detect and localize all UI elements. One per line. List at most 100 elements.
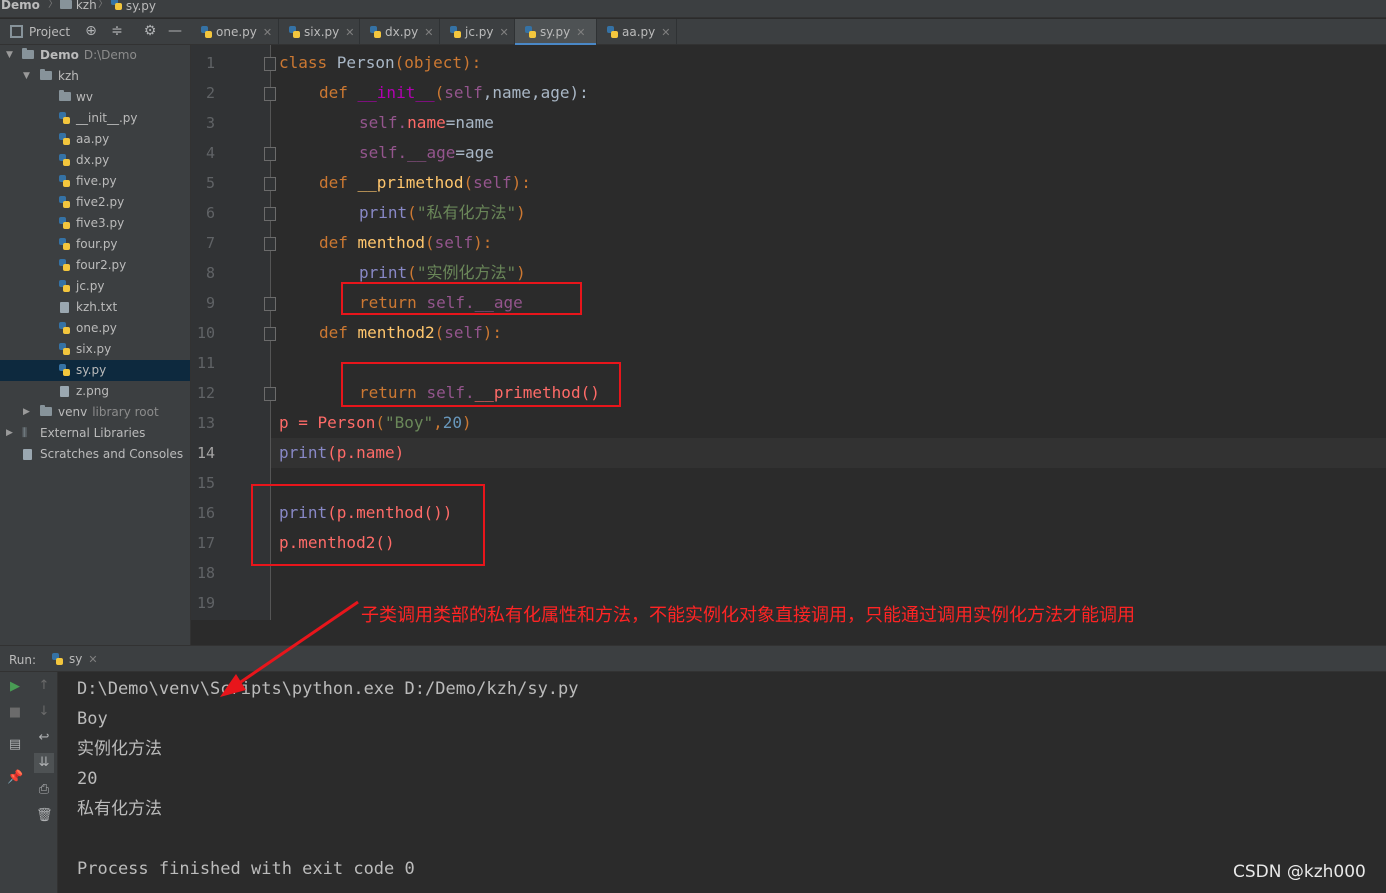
breadcrumb-separator: 〉 bbox=[98, 0, 108, 10]
close-icon[interactable]: ✕ bbox=[424, 26, 433, 39]
line-number: 9 bbox=[205, 294, 215, 312]
run-label: Run: bbox=[9, 653, 37, 667]
code-line-10: def menthod2(self): bbox=[319, 323, 503, 342]
fold-marker[interactable] bbox=[264, 147, 276, 161]
tab-aa-py[interactable]: aa.py ✕ bbox=[597, 19, 677, 45]
tab-sy-py[interactable]: sy.py ✕ bbox=[515, 19, 597, 46]
close-icon[interactable]: ✕ bbox=[88, 653, 97, 666]
fold-marker[interactable] bbox=[264, 87, 276, 101]
tree-folder-venv[interactable]: ▶ venv library root bbox=[0, 402, 190, 423]
down-arrow-icon[interactable]: ↓ bbox=[36, 704, 52, 720]
tree-item[interactable]: five2.py bbox=[0, 192, 190, 213]
annotation-text: 子类调用类部的私有化属性和方法，不能实例化对象直接调用，只能通过调用实例化方法才… bbox=[361, 605, 1135, 626]
tree-item[interactable]: aa.py bbox=[0, 129, 190, 150]
line-number: 3 bbox=[205, 114, 215, 132]
fold-marker[interactable] bbox=[264, 387, 276, 401]
tree-item[interactable]: four2.py bbox=[0, 255, 190, 276]
python-file-icon bbox=[52, 653, 63, 665]
watermark: CSDN @kzh000 bbox=[1233, 862, 1366, 882]
run-console[interactable]: D:\Demo\venv\Scripts\python.exe D:/Demo/… bbox=[58, 672, 1386, 893]
line-number: 2 bbox=[205, 84, 215, 102]
fold-marker[interactable] bbox=[264, 207, 276, 221]
line-number: 19 bbox=[196, 594, 215, 612]
console-line: 实例化方法 bbox=[77, 739, 162, 759]
collapse-all-icon[interactable]: ≑ bbox=[109, 23, 125, 39]
layout-icon[interactable]: ▤ bbox=[7, 737, 23, 753]
line-number: 13 bbox=[196, 414, 215, 432]
project-tree: ▼ Demo D:\Demo ▼ kzh wv __init__.py aa.py… bbox=[0, 45, 191, 645]
tree-item[interactable]: jc.py bbox=[0, 276, 190, 297]
close-icon[interactable]: ✕ bbox=[661, 26, 670, 39]
line-number: 15 bbox=[196, 474, 215, 492]
console-line: 私有化方法 bbox=[77, 799, 162, 819]
close-icon[interactable]: ✕ bbox=[263, 26, 272, 39]
up-arrow-icon[interactable]: ↑ bbox=[36, 678, 52, 694]
minimize-icon[interactable]: — bbox=[167, 23, 183, 39]
annotation-box-return-primethod bbox=[341, 362, 621, 407]
trash-icon[interactable]: 🗑 bbox=[36, 808, 53, 824]
crosshair-icon[interactable]: ⊕ bbox=[83, 23, 99, 39]
breadcrumb-sy[interactable]: sy.py bbox=[111, 0, 156, 13]
text-file-icon bbox=[60, 302, 69, 313]
close-icon[interactable]: ✕ bbox=[345, 26, 354, 39]
fold-marker[interactable] bbox=[264, 297, 276, 311]
image-file-icon bbox=[60, 386, 69, 397]
tree-item[interactable]: wv bbox=[0, 87, 190, 108]
code-line-5: def __primethod(self): bbox=[319, 173, 531, 192]
line-number: 7 bbox=[205, 234, 215, 252]
tree-item-selected[interactable]: sy.py bbox=[0, 360, 190, 381]
fold-marker[interactable] bbox=[264, 237, 276, 251]
tree-item[interactable]: __init__.py bbox=[0, 108, 190, 129]
project-toolbar: Project ⊕ ≑ ⚙ — bbox=[0, 19, 191, 45]
breadcrumb-demo[interactable]: Demo bbox=[1, 0, 40, 12]
folder-icon bbox=[59, 90, 71, 101]
python-file-icon bbox=[59, 175, 70, 187]
tab-six-py[interactable]: six.py ✕ bbox=[279, 19, 360, 45]
fold-marker[interactable] bbox=[264, 177, 276, 191]
project-panel-title[interactable]: Project bbox=[29, 25, 70, 39]
tab-one-py[interactable]: one.py ✕ bbox=[191, 19, 279, 45]
tree-item[interactable]: four.py bbox=[0, 234, 190, 255]
tab-jc-py[interactable]: jc.py ✕ bbox=[440, 19, 515, 45]
close-icon[interactable]: ✕ bbox=[499, 26, 508, 39]
stop-icon[interactable]: ■ bbox=[7, 705, 23, 721]
tree-external-libraries[interactable]: ▶ ⫼ External Libraries bbox=[0, 423, 190, 444]
tree-item[interactable]: one.py bbox=[0, 318, 190, 339]
tab-dx-py[interactable]: dx.py ✕ bbox=[360, 19, 440, 45]
fold-marker[interactable] bbox=[264, 327, 276, 341]
run-tab-sy[interactable]: sy ✕ bbox=[52, 652, 98, 666]
print-icon[interactable]: ⎙ bbox=[36, 782, 52, 798]
line-number: 1 bbox=[205, 54, 215, 72]
line-number: 10 bbox=[196, 324, 215, 342]
project-panel-icon bbox=[10, 25, 23, 38]
navigation-bar: Demo 〉 kzh 〉 sy.py bbox=[0, 0, 1386, 18]
tree-scratches[interactable]: Scratches and Consoles bbox=[0, 444, 190, 465]
tree-item[interactable]: six.py bbox=[0, 339, 190, 360]
breadcrumb-separator: 〉 bbox=[48, 0, 58, 10]
tree-root-demo[interactable]: ▼ Demo D:\Demo bbox=[0, 45, 190, 66]
pin-icon[interactable]: 📌 bbox=[7, 770, 23, 786]
tab-label: dx.py bbox=[385, 25, 419, 39]
rerun-icon[interactable]: ▶ bbox=[7, 679, 23, 695]
python-file-icon bbox=[607, 26, 618, 38]
breadcrumb-kzh[interactable]: kzh bbox=[60, 0, 97, 12]
scroll-to-end-icon[interactable]: ⇊ bbox=[34, 753, 54, 773]
folder-icon bbox=[40, 69, 52, 80]
gear-icon[interactable]: ⚙ bbox=[142, 23, 158, 39]
close-icon[interactable]: ✕ bbox=[576, 26, 585, 39]
tree-item[interactable]: dx.py bbox=[0, 150, 190, 171]
python-file-icon bbox=[525, 26, 536, 38]
fold-marker[interactable] bbox=[264, 57, 276, 71]
tree-item[interactable]: z.png bbox=[0, 381, 190, 402]
python-file-icon bbox=[59, 133, 70, 145]
tree-folder-kzh[interactable]: ▼ kzh bbox=[0, 66, 190, 87]
tree-item[interactable]: five3.py bbox=[0, 213, 190, 234]
python-file-icon bbox=[59, 217, 70, 229]
soft-wrap-icon[interactable]: ↩ bbox=[36, 730, 52, 746]
tree-root-label: Demo bbox=[40, 48, 79, 62]
python-file-icon bbox=[59, 112, 70, 124]
python-file-icon bbox=[450, 26, 461, 38]
tree-item[interactable]: kzh.txt bbox=[0, 297, 190, 318]
console-line: 20 bbox=[77, 769, 98, 789]
tree-item[interactable]: five.py bbox=[0, 171, 190, 192]
